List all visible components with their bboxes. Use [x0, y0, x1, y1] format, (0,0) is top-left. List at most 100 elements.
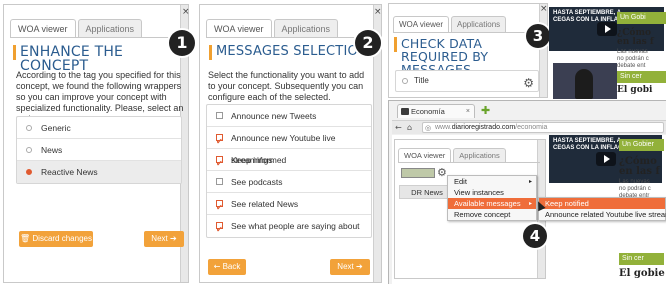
wrapper-options: Generic News Reactive News: [16, 116, 182, 184]
option-see-related-news[interactable]: See related News: [207, 193, 371, 219]
news-category-bar: Sin cer: [619, 253, 664, 265]
checkbox-checked-icon[interactable]: [216, 131, 223, 153]
tutorial-composite: × WOA viewer Applications Enhance the co…: [0, 0, 666, 284]
tab-woa-viewer[interactable]: WOA viewer: [398, 148, 452, 163]
trash-icon: 🗑: [20, 234, 31, 243]
tab-applications[interactable]: Applications: [77, 19, 143, 38]
tab-divider: [206, 37, 373, 38]
arrow-left-icon: ←: [213, 262, 221, 271]
news-headline[interactable]: en las f: [619, 167, 660, 177]
tab-divider: [393, 32, 541, 33]
message-options: Announce new Tweets Announce new Youtube…: [206, 104, 372, 241]
checkbox-icon[interactable]: [216, 178, 223, 185]
news-body: Las nuevas: [617, 49, 648, 55]
favicon-icon: [401, 108, 409, 115]
tab-divider: [10, 37, 180, 38]
news-category-bar: Un Gobier: [619, 139, 664, 151]
close-icon[interactable]: ×: [182, 7, 190, 17]
description-text: Select the functionality you want to add…: [208, 70, 365, 102]
option-keep-informed[interactable]: Keep informed: [207, 149, 371, 175]
chevron-right-icon: ▸: [528, 200, 532, 207]
discard-changes-button[interactable]: 🗑 Discard changes: [19, 231, 93, 247]
tab-bar: WOA viewer Applications: [206, 19, 340, 38]
address-bar: ← ⌂ ◎ www.diarioregistrado.com/economia: [392, 120, 666, 134]
radio-icon[interactable]: [26, 125, 32, 131]
news-headline[interactable]: en las f: [617, 38, 654, 47]
back-arrow-icon[interactable]: ←: [395, 123, 402, 132]
radio-icon[interactable]: [402, 78, 408, 84]
tab-applications[interactable]: Applications: [451, 16, 507, 33]
submenu-item-keep-notified[interactable]: Keep notified: [539, 198, 665, 209]
home-icon[interactable]: ⌂: [407, 123, 412, 132]
url-input[interactable]: ◎ www.diarioregistrado.com/economia: [422, 122, 664, 133]
panel-check-data: × WOA viewer Applications Check data req…: [388, 3, 550, 98]
person-image: [575, 69, 593, 99]
option-see-people-saying[interactable]: See what people are saying about: [207, 215, 371, 241]
option-news[interactable]: News: [17, 139, 181, 161]
radio-icon[interactable]: [26, 147, 32, 153]
option-generic[interactable]: Generic: [17, 117, 181, 139]
news-body: Las nuevas: [619, 179, 650, 185]
browser-viewport: HASTA SEPTIEMBRE, A CEGAS CON LA INFLACIÓ…: [392, 135, 666, 284]
tab-woa-viewer[interactable]: WOA viewer: [206, 19, 272, 38]
menu-item-edit[interactable]: Edit ▸: [448, 176, 536, 187]
menu-item-view-instances[interactable]: View instances: [448, 187, 536, 198]
step-badge-3: 3: [526, 24, 550, 48]
tab-woa-viewer[interactable]: WOA viewer: [10, 19, 76, 38]
tab-applications[interactable]: Applications: [273, 19, 339, 38]
video-thumbnail-2[interactable]: [553, 63, 617, 99]
submenu-available-messages: Keep notified Announce related Youtube l…: [538, 197, 666, 221]
checkbox-checked-icon[interactable]: [216, 219, 223, 241]
tab-divider: [398, 162, 540, 163]
new-tab-icon[interactable]: ✚: [481, 104, 490, 117]
news-category-bar: Sin cer: [617, 71, 666, 83]
news-body: no podrán c: [617, 56, 649, 62]
browser-tab[interactable]: Economía ×: [397, 104, 475, 118]
submenu-item-announce-youtube[interactable]: Announce related Youtube live streamings: [539, 209, 666, 220]
option-see-podcasts[interactable]: See podcasts: [207, 171, 371, 193]
back-button[interactable]: ← Back: [208, 259, 246, 275]
menu-item-available-messages[interactable]: Available messages ▸: [448, 198, 536, 209]
close-icon[interactable]: ×: [466, 105, 470, 118]
checkbox-checked-icon[interactable]: [216, 153, 223, 175]
news-headline[interactable]: El gobi: [617, 86, 652, 95]
required-fields: Title ⚙: [395, 70, 539, 92]
field-title[interactable]: Title ⚙: [396, 71, 538, 91]
arrow-right-icon: ➔: [355, 262, 363, 271]
page-title: Enhance the concept: [13, 45, 188, 73]
concept-thumbnail[interactable]: [401, 168, 435, 178]
step-badge-4: 4: [523, 224, 547, 248]
option-announce-youtube[interactable]: Announce new Youtube live streamings: [207, 127, 371, 165]
news-body: debate ent: [617, 63, 646, 69]
page-title: Messages selection: [209, 44, 368, 60]
play-icon[interactable]: [595, 152, 616, 166]
news-headline[interactable]: ¿Cómo: [619, 157, 657, 167]
gear-icon[interactable]: ⚙: [437, 166, 447, 179]
news-body: no podrán c: [619, 186, 651, 192]
next-button[interactable]: Next ➔: [330, 259, 370, 275]
panel-enhance-concept: × WOA viewer Applications Enhance the co…: [3, 4, 195, 283]
tab-woa-viewer[interactable]: WOA viewer: [393, 16, 450, 33]
close-icon[interactable]: ×: [540, 4, 548, 14]
context-menu: Edit ▸ View instances Available messages ▸…: [447, 175, 537, 221]
browser-window: Economía × ✚ ← ⌂ ◎ www.diarioregistrado.c…: [388, 100, 666, 284]
step-badge-1: 1: [169, 30, 195, 56]
tab-bar: WOA viewer Applications: [10, 19, 144, 38]
menu-item-remove-concept[interactable]: Remove concept: [448, 209, 536, 220]
thumbnail-caption: HASTA SEPTIEMBRE, A CEGAS CON LA INFLACIÓ: [553, 138, 629, 151]
step-badge-2: 2: [355, 30, 381, 56]
checkbox-checked-icon[interactable]: [216, 197, 223, 219]
checkbox-icon[interactable]: [216, 112, 223, 119]
globe-icon: ◎: [425, 124, 432, 132]
news-category-bar: Un Gobi: [617, 12, 666, 24]
panel-messages-selection: × WOA viewer Applications Messages selec…: [199, 4, 382, 283]
tab-applications[interactable]: Applications: [453, 148, 506, 163]
next-button[interactable]: Next ➔: [144, 231, 184, 247]
option-announce-tweets[interactable]: Announce new Tweets: [207, 105, 371, 127]
close-icon[interactable]: ×: [374, 7, 382, 17]
news-headline[interactable]: El gobie: [619, 269, 665, 279]
radio-selected-icon[interactable]: [26, 169, 32, 175]
gear-icon[interactable]: ⚙: [523, 73, 534, 93]
option-reactive-news[interactable]: Reactive News: [17, 161, 181, 183]
play-icon[interactable]: [596, 22, 617, 36]
